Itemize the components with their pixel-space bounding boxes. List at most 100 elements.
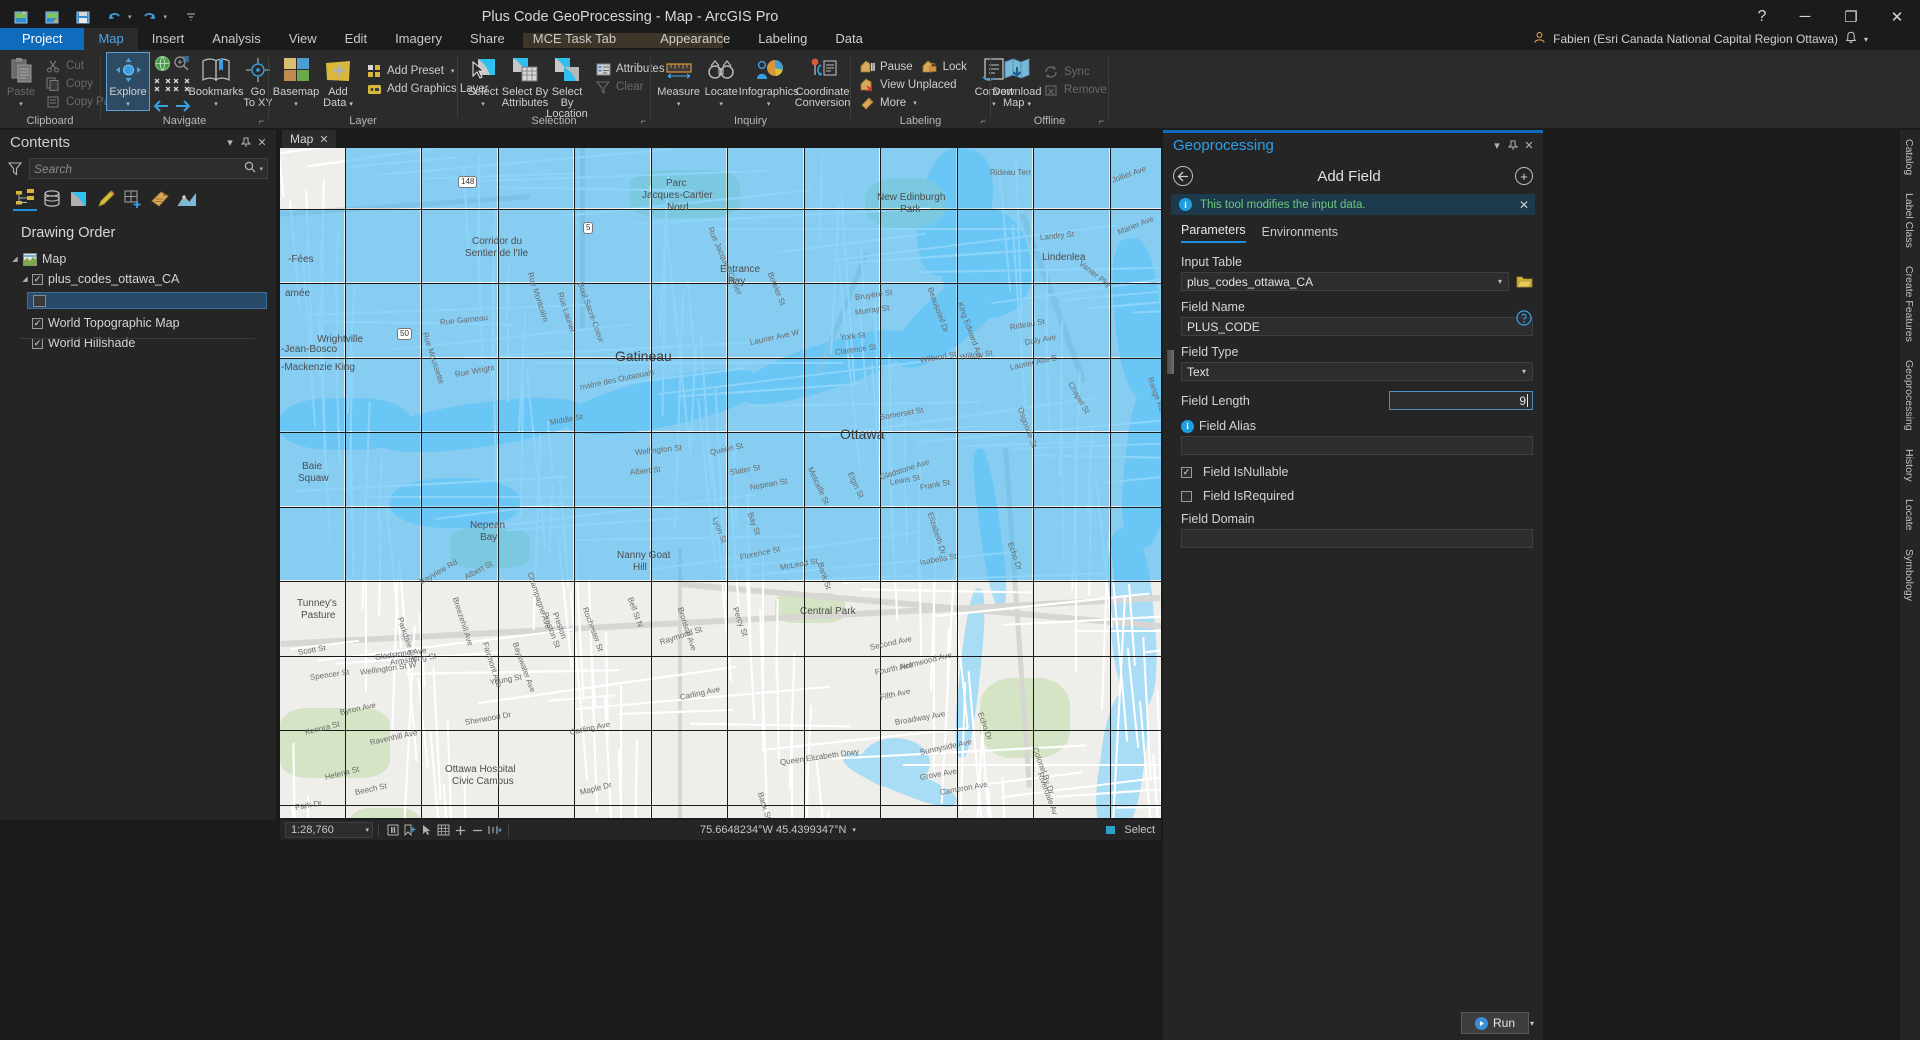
field-isnullable-checkbox[interactable]: [1181, 466, 1192, 478]
coordinate-conversion-button[interactable]: Coordinate Conversion: [795, 53, 850, 109]
expander-icon[interactable]: ◢: [8, 255, 22, 263]
map-view-tab[interactable]: Map ✕: [282, 130, 336, 148]
contents-close-icon[interactable]: ✕: [254, 134, 270, 150]
field-isnullable-row[interactable]: Field IsNullable: [1181, 465, 1533, 479]
field-alias-input[interactable]: [1181, 436, 1533, 455]
lock-labeling-button[interactable]: Lock: [919, 58, 973, 76]
tab-edit[interactable]: Edit: [331, 28, 381, 50]
tab-insert[interactable]: Insert: [138, 28, 199, 50]
add-tool-icon[interactable]: +: [1515, 167, 1533, 185]
tab-project[interactable]: Project: [0, 28, 85, 50]
notifications-bell-icon[interactable]: [1845, 31, 1857, 47]
explore-button[interactable]: Explore ▾: [106, 52, 150, 111]
input-table-combo[interactable]: plus_codes_ottawa_CA ▾: [1181, 272, 1509, 291]
tab-environments[interactable]: Environments: [1262, 225, 1338, 243]
bookmarks-button[interactable]: Bookmarks ▾: [188, 53, 244, 110]
add-data-button[interactable]: Add Data ▾: [317, 53, 359, 110]
geoprocessing-close-icon[interactable]: ✕: [1521, 138, 1537, 154]
map-tab-close-icon[interactable]: ✕: [319, 133, 328, 146]
list-by-editing-icon[interactable]: [94, 187, 118, 211]
selection-dialog-launcher[interactable]: ⌐: [641, 116, 646, 126]
sync-button[interactable]: Sync: [1040, 63, 1113, 81]
tab-view[interactable]: View: [275, 28, 331, 50]
field-domain-input[interactable]: [1181, 529, 1533, 548]
full-extent-icon[interactable]: [154, 55, 171, 77]
dock-item-label-class[interactable]: Label Class: [1900, 184, 1918, 257]
tab-map[interactable]: Map: [84, 28, 138, 50]
explore-caret-icon[interactable]: ▾: [126, 99, 130, 111]
search-icon[interactable]: [244, 160, 256, 178]
list-by-selection-icon[interactable]: [67, 187, 91, 211]
dock-item-symbology[interactable]: Symbology: [1900, 540, 1918, 610]
measure-button[interactable]: Measure ▾: [657, 53, 700, 110]
contents-search-box[interactable]: ▾: [29, 158, 268, 179]
offline-dialog-launcher[interactable]: ⌐: [1099, 116, 1104, 126]
basemap-caret-icon[interactable]: ▾: [294, 99, 298, 111]
select-mode-icon[interactable]: [418, 822, 435, 838]
geoprocessing-menu-icon[interactable]: ▾: [1489, 138, 1505, 154]
infographics-caret-icon[interactable]: ▾: [767, 99, 771, 111]
infographics-button[interactable]: Infographics ▾: [739, 53, 799, 111]
zoom-in-tool-icon[interactable]: [452, 822, 469, 838]
navigate-dialog-launcher[interactable]: ⌐: [259, 116, 264, 126]
add-bookmark-icon[interactable]: [401, 822, 418, 838]
dock-item-catalog[interactable]: Catalog: [1900, 130, 1918, 184]
customize-qat-icon[interactable]: [180, 6, 202, 28]
dock-item-create-features[interactable]: Create Features: [1900, 257, 1918, 351]
chevron-down-icon[interactable]: ▾: [1492, 273, 1508, 290]
field-length-input[interactable]: 9: [1389, 391, 1533, 410]
grid-snap-icon[interactable]: [435, 822, 452, 838]
remove-offline-button[interactable]: Remove: [1040, 81, 1113, 99]
run-options-caret-icon[interactable]: ▾: [1525, 1012, 1539, 1034]
zoom-to-extent-icon[interactable]: [173, 78, 190, 97]
browse-folder-icon[interactable]: [1515, 273, 1533, 291]
undo-caret-icon[interactable]: ▾: [128, 13, 132, 21]
link-view-icon[interactable]: [486, 822, 503, 838]
field-name-input[interactable]: PLUS_CODE: [1181, 317, 1533, 336]
search-caret-icon[interactable]: ▾: [259, 165, 263, 173]
view-unplaced-button[interactable]: View Unplaced: [856, 76, 973, 94]
basemap-button[interactable]: Basemap ▾: [273, 53, 319, 111]
dock-item-locate[interactable]: Locate: [1900, 490, 1918, 540]
list-by-drawing-order-icon[interactable]: [13, 187, 37, 211]
contents-menu-icon[interactable]: ▾: [222, 134, 238, 150]
expander-icon[interactable]: ◢: [18, 275, 32, 283]
locate-button[interactable]: Locate ▾: [700, 53, 742, 110]
measure-caret-icon[interactable]: ▾: [677, 99, 681, 111]
dock-item-geoprocessing[interactable]: Geoprocessing: [1900, 351, 1918, 440]
list-by-data-source-icon[interactable]: [40, 187, 64, 211]
redo-icon[interactable]: [139, 6, 161, 28]
layer-visibility-checkbox[interactable]: [32, 337, 43, 349]
save-project-icon[interactable]: [72, 6, 94, 28]
layer-symbol-row[interactable]: [27, 292, 267, 309]
toc-item-world-topographic-map[interactable]: World Topographic Map: [0, 313, 276, 333]
scale-caret-icon[interactable]: ▾: [365, 826, 369, 834]
tab-appearance[interactable]: Appearance: [646, 28, 744, 50]
filter-funnel-icon[interactable]: [7, 161, 23, 177]
toc-item-world-hillshade[interactable]: World Hillshade: [0, 333, 276, 353]
select-caret-icon[interactable]: ▾: [481, 99, 485, 111]
geoprocessing-pin-icon[interactable]: [1505, 138, 1521, 154]
tab-analysis[interactable]: Analysis: [198, 28, 274, 50]
field-isrequired-checkbox[interactable]: [1181, 490, 1192, 502]
toc-item-plus-codes-ottawa-ca[interactable]: ◢ plus_codes_ottawa_CA: [0, 269, 276, 289]
labeling-dialog-launcher[interactable]: ⌐: [981, 116, 986, 126]
zoom-to-selection-icon[interactable]: [154, 78, 171, 97]
layer-visibility-checkbox[interactable]: [32, 317, 43, 329]
field-isrequired-row[interactable]: Field IsRequired: [1181, 489, 1533, 503]
paste-button[interactable]: Paste ▾: [0, 53, 42, 110]
chevron-down-icon[interactable]: ▾: [1516, 363, 1532, 380]
contents-pin-icon[interactable]: [238, 134, 254, 150]
list-by-labeling-icon[interactable]: [148, 187, 172, 211]
open-project-icon[interactable]: [41, 6, 63, 28]
field-type-combo[interactable]: Text ▾: [1181, 362, 1533, 381]
tab-data[interactable]: Data: [821, 28, 876, 50]
select-by-location-button[interactable]: Select By Location: [546, 53, 588, 120]
fixed-zoom-in-icon[interactable]: [173, 55, 190, 77]
select-by-attributes-button[interactable]: Select By Attributes: [502, 53, 548, 109]
info-icon[interactable]: i: [1181, 419, 1194, 433]
drawing-paused-icon[interactable]: [384, 822, 401, 838]
geoprocessing-message-close-icon[interactable]: ✕: [1519, 198, 1529, 212]
more-labeling-caret-icon[interactable]: ▾: [913, 99, 917, 107]
download-map-button[interactable]: Download Map ▾: [993, 53, 1041, 110]
